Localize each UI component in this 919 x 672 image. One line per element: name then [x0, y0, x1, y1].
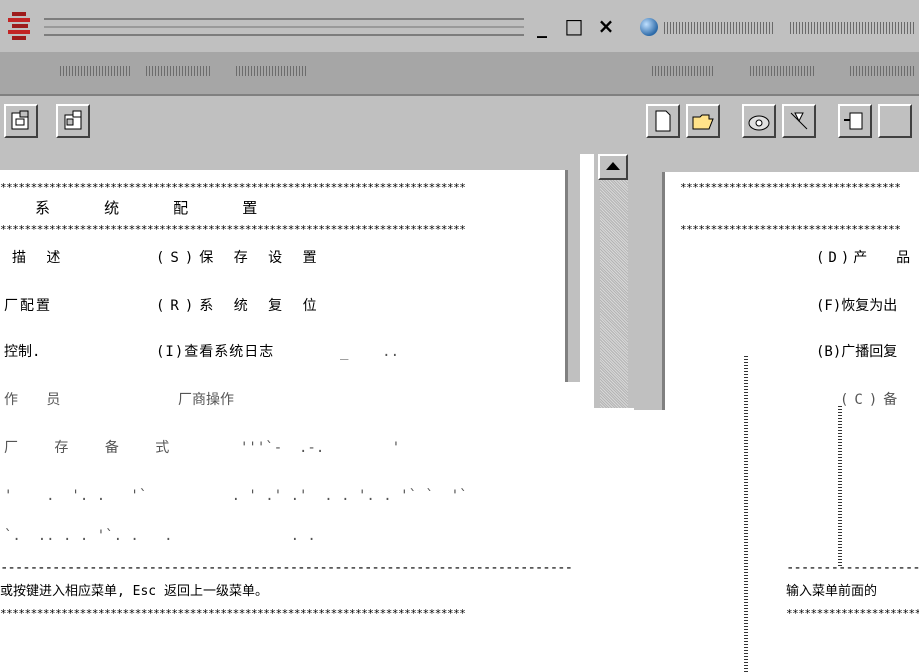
right-caption-text — [664, 22, 774, 34]
new-file-button[interactable] — [646, 104, 680, 138]
menu-option-artifact: '''`- .-. ' — [240, 440, 401, 456]
close-button[interactable]: × — [596, 16, 616, 36]
menu-option-product[interactable]: (D)产 品 — [816, 250, 914, 266]
stars-divider: ************************************ — [680, 223, 901, 236]
properties-button[interactable] — [56, 104, 90, 138]
dash-divider: ----------------------------------- — [786, 560, 919, 576]
dash-divider: ----------------------------------------… — [0, 560, 573, 576]
open-folder-icon — [692, 114, 714, 130]
menu-option-view-log[interactable]: (I)查看系统日志 — [156, 344, 274, 360]
text-cursor-trail — [744, 354, 748, 672]
scrollbar-track[interactable] — [600, 180, 628, 408]
menu-item-edit[interactable] — [750, 66, 814, 76]
copy-button[interactable] — [838, 104, 872, 138]
stars-divider: ****************************************… — [0, 181, 466, 194]
title-stripe — [44, 26, 524, 28]
menu-option-artifact: `. .. . . '`. . . . . — [4, 528, 316, 544]
menu-option-restore-factory[interactable]: (F)恢复为出 — [816, 298, 897, 314]
menu-option-factory-config[interactable]: 厂配置 — [4, 298, 52, 314]
menu-option-save-settings[interactable]: (S)保 存 设 置 — [156, 250, 323, 266]
menu-option-system-reset[interactable]: (R)系 统 复 位 — [156, 298, 323, 314]
globe-icon — [640, 18, 658, 36]
text-cursor-trail — [838, 404, 842, 566]
menu-option-control[interactable]: 控制. — [4, 344, 40, 360]
menu-item-view[interactable] — [850, 66, 914, 76]
phone-icon — [748, 115, 770, 131]
right-terminal-screen[interactable] — [662, 172, 919, 410]
save-button[interactable] — [4, 104, 38, 138]
hint-text: 或按键进入相应菜单, Esc 返回上一级菜单。 — [0, 584, 268, 599]
title-stripe — [44, 18, 524, 20]
menu-item-file[interactable] — [60, 66, 130, 76]
menu-option-desc[interactable]: 描 述 — [12, 250, 66, 266]
menu-option-artifact: _ .. — [340, 344, 400, 360]
left-toolbar — [0, 96, 634, 154]
menu-item-file[interactable] — [652, 66, 714, 76]
copy-icon — [844, 112, 863, 130]
menu-option-backup[interactable]: 厂 存 备 式 — [4, 440, 183, 456]
stars-divider: ************************************ — [786, 607, 919, 620]
menu-heading: 系 统 配 置 — [14, 199, 270, 217]
hint-text: 输入菜单前面的 — [786, 584, 878, 599]
menu-option-artifact: ' . '. . '` . ' .' .' . . '. . '` ` '` — [4, 488, 468, 504]
menu-option-operator[interactable]: 作 员 — [4, 392, 70, 408]
dial-button[interactable] — [742, 104, 776, 138]
save-icon — [11, 110, 29, 130]
stars-divider: ****************************************… — [0, 607, 466, 620]
menu-option-backup-right[interactable]: (C)备 份 — [840, 392, 919, 408]
menu-item-view[interactable] — [236, 66, 306, 76]
new-file-icon — [655, 110, 671, 132]
properties-icon — [64, 110, 82, 130]
stars-divider: ************************************ — [680, 181, 901, 194]
hangup-button[interactable] — [782, 104, 816, 138]
open-button[interactable] — [686, 104, 720, 138]
right-caption-text — [790, 22, 914, 34]
minimize-button[interactable]: _ — [532, 16, 552, 36]
stars-divider: ****************************************… — [0, 223, 466, 236]
app-logo-icon — [6, 12, 40, 40]
toolbar-button-partial[interactable] — [878, 104, 912, 138]
hangup-icon — [790, 112, 808, 130]
maximize-button[interactable]: □ — [564, 16, 584, 36]
title-stripe — [44, 34, 524, 36]
menu-option-broadcast[interactable]: (B)广播回复 — [816, 344, 897, 360]
menu-option-vendor[interactable]: 厂商操作 — [178, 392, 234, 408]
chevron-up-icon — [606, 162, 620, 170]
menu-item-edit[interactable] — [146, 66, 212, 76]
